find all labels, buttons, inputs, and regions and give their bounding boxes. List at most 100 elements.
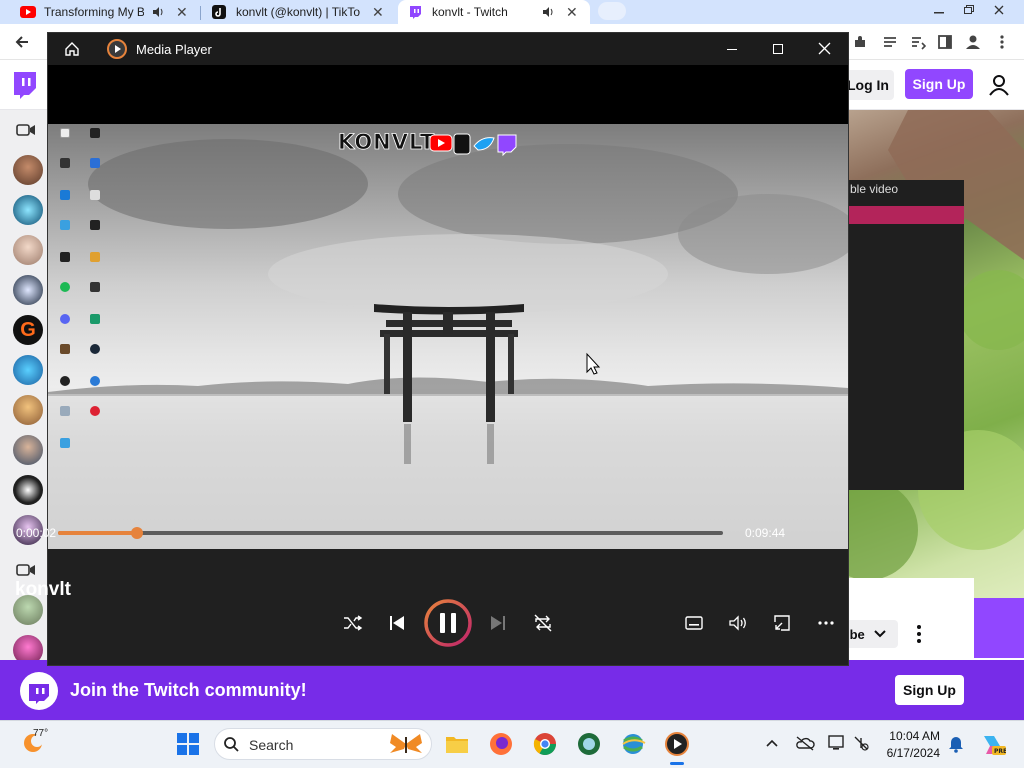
minimize-icon[interactable]	[726, 43, 738, 55]
desktop-icon	[82, 282, 108, 310]
close-icon[interactable]	[818, 42, 831, 55]
log-in-button[interactable]: Log In	[842, 70, 894, 100]
pause-button[interactable]	[423, 598, 473, 648]
shuffle-icon[interactable]	[341, 612, 365, 634]
chrome-menu-icon[interactable]	[992, 32, 1012, 52]
restore-icon[interactable]	[954, 0, 984, 20]
close-tab-icon[interactable]: ✕	[372, 4, 384, 21]
tiktok-icon	[212, 5, 226, 19]
tab-search-icon[interactable]	[880, 32, 900, 52]
network-icon[interactable]	[852, 734, 870, 752]
total-time: 0:09:44	[745, 526, 786, 540]
minimize-icon[interactable]	[924, 0, 954, 20]
chrome-icon[interactable]	[532, 731, 558, 757]
audio-icon[interactable]	[542, 6, 554, 18]
subscribe-label: ibe	[846, 626, 865, 642]
desktop-icon	[52, 220, 78, 248]
desktop-icon	[82, 252, 108, 280]
tab-title: Transforming My B	[44, 5, 144, 19]
new-tab-button[interactable]	[598, 2, 626, 20]
twitch-logo-icon[interactable]	[12, 72, 38, 100]
channel-avatar[interactable]	[13, 475, 43, 505]
user-icon[interactable]	[988, 74, 1010, 96]
back-arrow-icon[interactable]	[12, 32, 32, 52]
display-icon[interactable]	[828, 734, 846, 752]
repeat-off-icon[interactable]	[531, 612, 555, 634]
media-player-window: Media Player KONVLT	[48, 33, 848, 665]
more-options-icon[interactable]	[913, 624, 925, 644]
svg-text:PRE: PRE	[994, 748, 1006, 755]
video-frame[interactable]: KONVLT	[48, 124, 848, 549]
accent-block	[974, 598, 1024, 658]
channel-avatar[interactable]	[13, 355, 43, 385]
close-tab-icon[interactable]: ✕	[176, 4, 188, 21]
profile-icon[interactable]	[963, 32, 983, 52]
clock-date[interactable]: 6/17/2024	[878, 746, 940, 760]
channel-avatar[interactable]	[13, 195, 43, 225]
live-channels-icon[interactable]	[16, 562, 36, 578]
subscribe-button[interactable]: ibe	[846, 620, 898, 648]
tab-title: konvlt - Twitch	[432, 5, 508, 19]
previous-icon[interactable]	[386, 612, 408, 634]
konvlt-overlay-logo: KONVLT	[338, 128, 518, 158]
browser-app-icon[interactable]	[576, 731, 602, 757]
tab-tiktok[interactable]: konvlt (@konvlt) | TikTo ✕	[212, 0, 390, 24]
mini-player-icon[interactable]	[770, 613, 794, 633]
firefox-icon[interactable]	[488, 731, 514, 757]
channel-avatar[interactable]	[13, 155, 43, 185]
active-app-indicator	[670, 762, 684, 765]
desktop-icon	[52, 344, 78, 372]
desktop-icon	[82, 128, 108, 156]
globe-app-icon[interactable]	[620, 731, 646, 757]
sign-up-button[interactable]: Sign Up	[905, 69, 973, 99]
track-title: konvlt	[15, 579, 71, 600]
volume-icon[interactable]	[726, 613, 750, 633]
overlay-logo-text: KONVLT	[338, 130, 436, 155]
channel-avatar[interactable]	[13, 395, 43, 425]
twitch-icon	[410, 6, 421, 19]
more-options-icon[interactable]	[814, 613, 838, 633]
side-panel-icon[interactable]	[935, 32, 955, 52]
current-time: 0:00:02	[16, 526, 57, 540]
subtitles-icon[interactable]	[682, 613, 706, 633]
media-player-titlebar: Media Player	[48, 33, 848, 65]
channel-avatar[interactable]	[13, 435, 43, 465]
audio-icon[interactable]	[152, 6, 164, 18]
search-placeholder: Search	[249, 737, 294, 753]
copilot-icon[interactable]: PRE	[980, 732, 1006, 756]
banner-sign-up-button[interactable]: Sign Up	[895, 675, 964, 705]
channel-avatar[interactable]	[13, 235, 43, 265]
next-icon[interactable]	[487, 612, 509, 634]
join-community-text: Join the Twitch community!	[70, 680, 307, 700]
chevron-up-icon[interactable]	[765, 738, 779, 748]
desktop-icon	[52, 158, 78, 186]
clock-time[interactable]: 10:04 AM	[888, 729, 940, 743]
chevron-down-icon	[874, 630, 886, 638]
start-icon[interactable]	[176, 732, 200, 756]
seek-slider[interactable]	[58, 527, 723, 539]
notification-bell-icon[interactable]	[948, 735, 964, 753]
desktop-icon	[52, 376, 78, 404]
tab-twitch[interactable]: konvlt - Twitch ✕	[398, 0, 590, 24]
desktop-icon	[82, 406, 108, 434]
desktop-icon	[82, 376, 108, 404]
followed-channels-icon[interactable]	[16, 122, 36, 138]
tab-youtube[interactable]: Transforming My B ✕	[20, 0, 200, 24]
home-icon[interactable]	[64, 41, 80, 57]
onedrive-icon[interactable]	[795, 735, 815, 751]
desktop-icon	[52, 282, 78, 310]
channel-avatar[interactable]: G	[13, 315, 43, 345]
close-tab-icon[interactable]: ✕	[566, 4, 578, 21]
reading-list-icon[interactable]	[908, 32, 928, 52]
channel-avatar[interactable]	[13, 275, 43, 305]
file-explorer-icon[interactable]	[444, 731, 470, 757]
desktop-icon	[82, 190, 108, 218]
seek-thumb[interactable]	[131, 527, 143, 539]
close-window-icon[interactable]	[984, 0, 1014, 20]
maximize-icon[interactable]	[772, 43, 784, 55]
desktop-icon	[52, 252, 78, 280]
extensions-icon[interactable]	[850, 32, 870, 52]
media-player-taskbar-icon[interactable]	[664, 731, 690, 757]
video-scene	[48, 139, 848, 549]
browser-tab-strip: Transforming My B ✕ konvlt (@konvlt) | T…	[0, 0, 1024, 24]
